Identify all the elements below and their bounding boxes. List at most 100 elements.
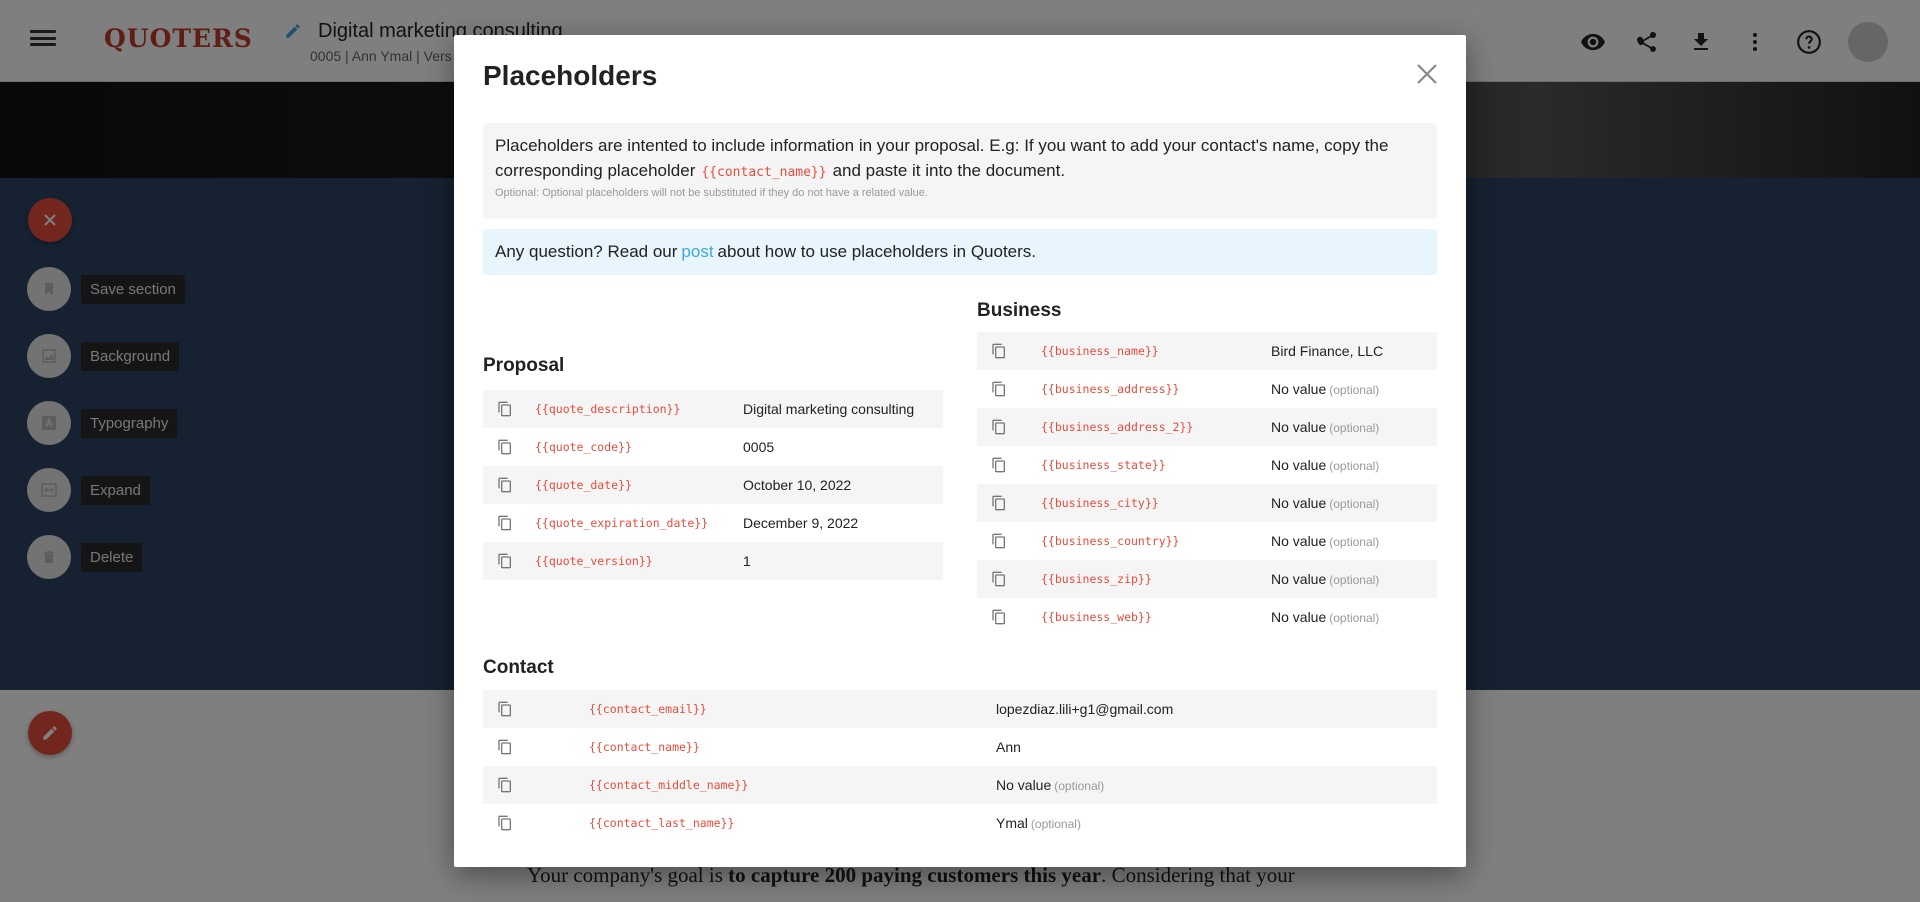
placeholder-value: Bird Finance, LLC [1271, 343, 1383, 359]
placeholder-code: {{business_zip}} [1041, 572, 1152, 586]
copy-icon[interactable] [991, 343, 1007, 359]
placeholder-code: {{business_name}} [1041, 344, 1159, 358]
placeholder-code: {{quote_expiration_date}} [535, 516, 709, 530]
placeholder-value: No value (optional) [1271, 419, 1379, 435]
copy-icon[interactable] [497, 553, 513, 569]
placeholder-value-text: No value [1271, 419, 1327, 435]
optional-tag: (optional) [1329, 383, 1380, 397]
info-text: Placeholders are intented to include inf… [495, 136, 1389, 180]
copy-icon[interactable] [991, 609, 1007, 625]
copy-icon[interactable] [991, 495, 1007, 511]
placeholder-value-text: No value [1271, 381, 1327, 397]
placeholder-code: {{business_city}} [1041, 496, 1159, 510]
placeholder-value: No value (optional) [996, 777, 1104, 793]
proposal-table: {{quote_description}} Digital marketing c… [483, 390, 943, 580]
placeholder-row: {{quote_date}} October 10, 2022 [483, 466, 943, 504]
copy-icon[interactable] [991, 533, 1007, 549]
post-link[interactable]: post [681, 242, 713, 262]
placeholder-row: {{business_web}} No value (optional) [977, 598, 1437, 636]
optional-tag: (optional) [1030, 817, 1081, 831]
copy-icon[interactable] [497, 515, 513, 531]
optional-tag: (optional) [1329, 573, 1380, 587]
placeholder-row: {{business_city}} No value (optional) [977, 484, 1437, 522]
placeholder-value-text: No value [1271, 533, 1327, 549]
placeholder-row: {{contact_middle_name}} No value (optional… [483, 766, 1437, 804]
placeholder-row: {{contact_last_name}} Ymal (optional) [483, 804, 1437, 842]
close-modal-icon[interactable] [1414, 61, 1440, 87]
placeholder-value: 1 [743, 553, 751, 569]
placeholder-row: {{business_country}} No value (optional) [977, 522, 1437, 560]
placeholder-code: {{business_state}} [1041, 458, 1166, 472]
optional-tag: (optional) [1329, 535, 1380, 549]
copy-icon[interactable] [497, 739, 513, 755]
placeholder-code: {{contact_last_name}} [589, 816, 735, 830]
placeholder-value: No value (optional) [1271, 533, 1379, 549]
optional-tag: (optional) [1329, 421, 1380, 435]
placeholder-row: {{quote_expiration_date}} December 9, 202… [483, 504, 943, 542]
question-box: Any question? Read our post about how to u… [483, 229, 1437, 275]
placeholder-value-text: 0005 [743, 439, 775, 455]
placeholder-code: {{quote_description}} [535, 402, 681, 416]
placeholder-code: {{business_web}} [1041, 610, 1152, 624]
placeholder-code: {{quote_version}} [535, 554, 653, 568]
placeholder-row: {{business_address_2}} No value (optional) [977, 408, 1437, 446]
placeholder-value: lopezdiaz.lili+g1@gmail.com [996, 701, 1173, 717]
placeholder-row: {{business_zip}} No value (optional) [977, 560, 1437, 598]
placeholder-value: 0005 [743, 439, 774, 455]
placeholder-value: No value (optional) [1271, 495, 1379, 511]
placeholder-value-text: No value [1271, 571, 1327, 587]
business-table: {{business_name}} Bird Finance, LLC {{busi… [977, 332, 1437, 636]
placeholder-value-text: Ymal [996, 815, 1028, 831]
placeholder-code: {{quote_code}} [535, 440, 632, 454]
info-box: Placeholders are intented to include inf… [483, 123, 1437, 219]
contact-table: {{contact_email}} lopezdiaz.lili+g1@gmail… [483, 690, 1437, 842]
placeholder-code: {{business_address}} [1041, 382, 1180, 396]
copy-icon[interactable] [991, 571, 1007, 587]
placeholder-value-text: October 10, 2022 [743, 477, 852, 493]
placeholder-code: {{contact_name}} [589, 740, 700, 754]
optional-tag: (optional) [1329, 459, 1380, 473]
placeholder-value-text: Digital marketing consulting [743, 401, 915, 417]
copy-icon[interactable] [497, 815, 513, 831]
copy-icon[interactable] [497, 477, 513, 493]
placeholder-value-text: Ann [996, 739, 1021, 755]
business-heading: Business [977, 300, 1062, 321]
copy-icon[interactable] [497, 439, 513, 455]
copy-icon[interactable] [497, 401, 513, 417]
optional-tag: (optional) [1329, 611, 1380, 625]
placeholder-code: {{contact_middle_name}} [589, 778, 749, 792]
placeholder-row: {{quote_description}} Digital marketing c… [483, 390, 943, 428]
modal-title: Placeholders [483, 60, 658, 91]
copy-icon[interactable] [497, 777, 513, 793]
placeholder-value: December 9, 2022 [743, 515, 858, 531]
copy-icon[interactable] [991, 381, 1007, 397]
optional-tag: (optional) [1054, 779, 1105, 793]
copy-icon[interactable] [991, 419, 1007, 435]
proposal-heading: Proposal [483, 355, 565, 376]
placeholder-value-text: No value [996, 777, 1052, 793]
copy-icon[interactable] [991, 457, 1007, 473]
placeholder-value: No value (optional) [1271, 609, 1379, 625]
placeholder-value-text: No value [1271, 609, 1327, 625]
placeholder-value: No value (optional) [1271, 381, 1379, 397]
placeholder-value-text: December 9, 2022 [743, 515, 859, 531]
optional-tag: (optional) [1329, 497, 1380, 511]
placeholder-value-text: No value [1271, 457, 1327, 473]
placeholder-value: October 10, 2022 [743, 477, 851, 493]
placeholder-value-text: Bird Finance, LLC [1271, 343, 1384, 359]
placeholder-value-text: No value [1271, 495, 1327, 511]
placeholder-row: {{business_address}} No value (optional) [977, 370, 1437, 408]
info-optional-note: Optional: Optional placeholders will not… [495, 187, 928, 199]
placeholder-row: {{contact_name}} Ann [483, 728, 1437, 766]
copy-icon[interactable] [497, 701, 513, 717]
placeholder-row: {{quote_code}} 0005 [483, 428, 943, 466]
placeholder-code: {{contact_email}} [589, 702, 707, 716]
placeholder-value: Digital marketing consulting [743, 401, 914, 417]
placeholders-modal: Placeholders Placeholders are intented t… [454, 35, 1466, 867]
contact-heading: Contact [483, 657, 554, 678]
placeholder-value: No value (optional) [1271, 457, 1379, 473]
placeholder-value-text: lopezdiaz.lili+g1@gmail.com [996, 701, 1174, 717]
placeholder-row: {{contact_email}} lopezdiaz.lili+g1@gmail… [483, 690, 1437, 728]
placeholder-code: {{business_address_2}} [1041, 420, 1194, 434]
placeholder-code: {{business_country}} [1041, 534, 1180, 548]
